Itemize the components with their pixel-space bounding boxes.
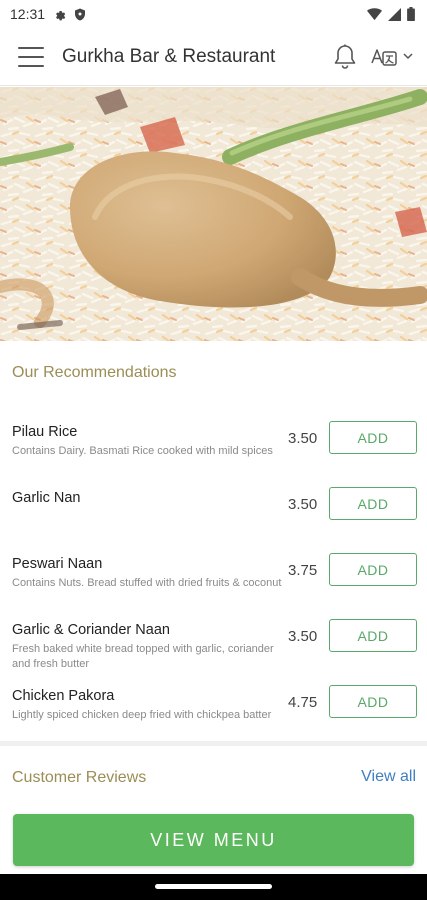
menu-item-name: Garlic & Coriander Naan bbox=[12, 622, 170, 638]
menu-item-description: Contains Dairy. Basmati Rice cooked with… bbox=[12, 445, 273, 457]
section-divider bbox=[0, 741, 427, 746]
menu-item-price: 3.50 bbox=[288, 430, 318, 447]
notification-bell-icon[interactable] bbox=[333, 44, 357, 70]
add-button[interactable]: ADD bbox=[329, 421, 417, 454]
home-gesture-handle[interactable] bbox=[155, 884, 272, 889]
view-menu-button[interactable]: VIEW MENU bbox=[13, 814, 414, 866]
menu-item: Garlic Nan 3.50 ADD bbox=[0, 486, 427, 552]
wifi-icon bbox=[367, 7, 382, 20]
add-button[interactable]: ADD bbox=[329, 685, 417, 718]
menu-hamburger-icon[interactable] bbox=[18, 46, 44, 67]
hero-illustration bbox=[0, 87, 427, 341]
recommendations-heading: Our Recommendations bbox=[12, 364, 177, 381]
status-left: 12:31 bbox=[10, 6, 86, 22]
add-button[interactable]: ADD bbox=[329, 487, 417, 520]
menu-item: Pilau Rice Contains Dairy. Basmati Rice … bbox=[0, 420, 427, 486]
hero-food-image bbox=[0, 87, 427, 341]
shield-icon bbox=[75, 8, 86, 20]
menu-item-name: Garlic Nan bbox=[12, 490, 81, 506]
page-title: Gurkha Bar & Restaurant bbox=[62, 45, 276, 67]
signal-icon bbox=[388, 7, 401, 21]
menu-item-price: 4.75 bbox=[288, 694, 318, 711]
menu-item-description: Lightly spiced chicken deep fried with c… bbox=[12, 709, 272, 721]
reviews-heading: Customer Reviews bbox=[12, 769, 147, 786]
add-button[interactable]: ADD bbox=[329, 553, 417, 586]
app-actions bbox=[333, 44, 413, 70]
settings-gear-icon bbox=[56, 10, 66, 20]
menu-item-description: Contains Nuts. Bread stuffed with dried … bbox=[12, 577, 282, 589]
language-switcher[interactable] bbox=[371, 47, 413, 67]
add-button[interactable]: ADD bbox=[329, 619, 417, 652]
status-time: 12:31 bbox=[10, 6, 46, 22]
menu-item-price: 3.75 bbox=[288, 562, 318, 579]
menu-item-price: 3.50 bbox=[288, 628, 318, 645]
translate-icon bbox=[371, 48, 397, 66]
menu-item-name: Chicken Pakora bbox=[12, 688, 115, 704]
recommendations-list: Pilau Rice Contains Dairy. Basmati Rice … bbox=[0, 420, 427, 750]
menu-item-description: Fresh baked white bread topped with garl… bbox=[12, 643, 274, 670]
battery-icon bbox=[407, 7, 415, 21]
menu-item-name: Pilau Rice bbox=[12, 424, 78, 440]
system-navigation-bar bbox=[0, 874, 427, 900]
menu-item: Garlic & Coriander Naan Fresh baked whit… bbox=[0, 618, 427, 684]
app-bar: Gurkha Bar & Restaurant bbox=[0, 28, 427, 86]
status-right bbox=[367, 7, 415, 21]
menu-item-name: Peswari Naan bbox=[12, 556, 103, 572]
view-all-reviews-link[interactable]: View all bbox=[361, 768, 416, 786]
menu-item-price: 3.50 bbox=[288, 496, 318, 513]
status-bar: 12:31 bbox=[0, 0, 427, 28]
menu-item: Peswari Naan Contains Nuts. Bread stuffe… bbox=[0, 552, 427, 618]
chevron-down-icon bbox=[403, 53, 413, 60]
